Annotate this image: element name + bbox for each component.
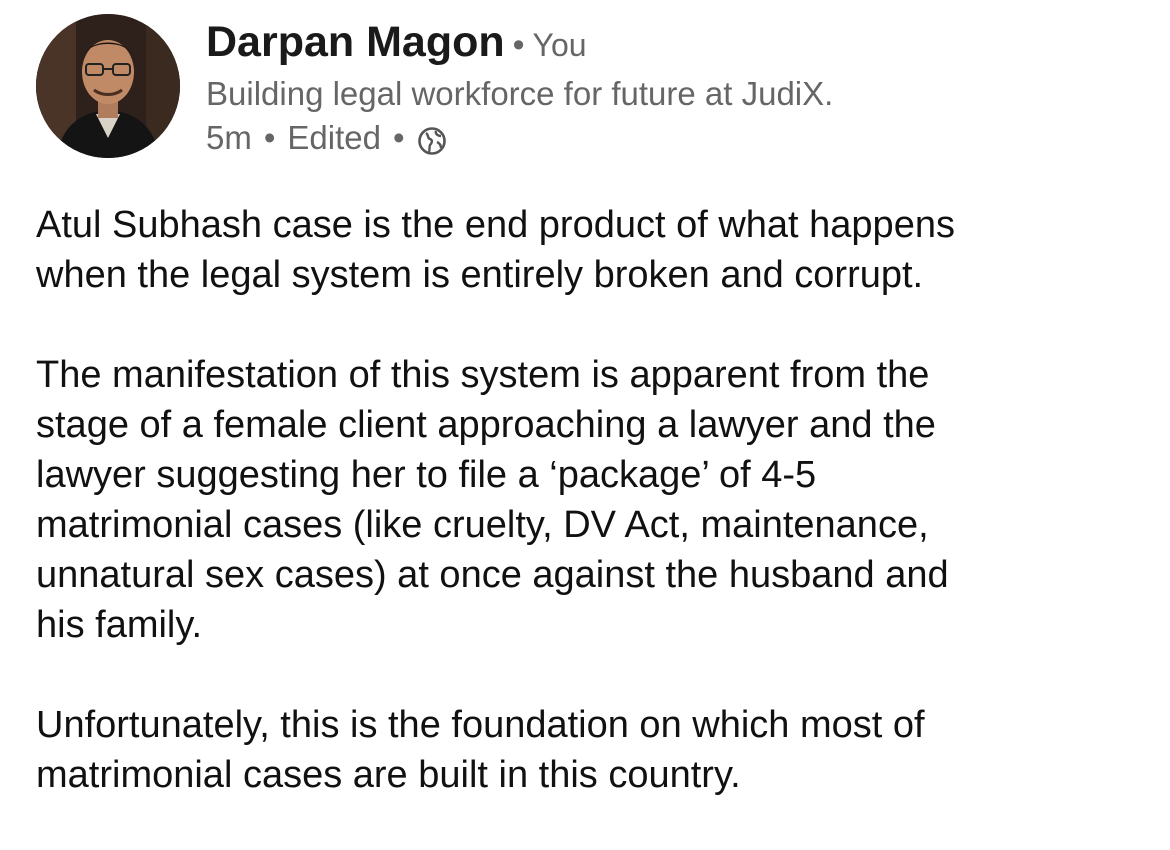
post-time: 5m <box>206 119 252 156</box>
post-line: lawyer suggesting her to file a ‘package… <box>36 454 817 496</box>
post-line: matrimonial cases are built in this coun… <box>36 754 741 796</box>
post-paragraph: Atul Subhash case is the end product of … <box>36 200 1136 300</box>
separator-dot: • <box>263 119 276 156</box>
relation-label: You <box>532 27 587 63</box>
author-headline: Building legal workforce for future at J… <box>206 75 834 112</box>
post-paragraph: Unfortunately, this is the foundation on… <box>36 700 1136 800</box>
post-line: his family. <box>36 604 203 646</box>
edited-label: Edited <box>287 119 381 156</box>
separator-dot: • <box>512 26 525 64</box>
separator-dot: • <box>392 119 405 156</box>
post-line: matrimonial cases (like cruelty, DV Act,… <box>36 504 929 546</box>
post-timestamp-row: 5m • Edited • <box>206 116 1106 160</box>
post-line: unnatural sex cases) at once against the… <box>36 554 949 596</box>
post-line: Unfortunately, this is the foundation on… <box>36 704 925 746</box>
linkedin-post: Darpan Magon • You Building legal workforc… <box>0 0 1170 828</box>
avatar-photo <box>36 14 180 158</box>
name-row: Darpan Magon • You <box>206 12 1106 72</box>
author-meta: Darpan Magon • You Building legal workforc… <box>206 12 1106 160</box>
author-name[interactable]: Darpan Magon <box>206 18 505 66</box>
post-header: Darpan Magon • You Building legal workforc… <box>36 12 1136 162</box>
post-line: The manifestation of this system is appa… <box>36 354 930 396</box>
post-body: Atul Subhash case is the end product of … <box>36 200 1136 850</box>
post-line: Atul Subhash case is the end product of … <box>36 204 955 246</box>
post-paragraph: The manifestation of this system is appa… <box>36 350 1136 650</box>
globe-icon[interactable] <box>417 123 447 155</box>
avatar[interactable] <box>36 14 180 158</box>
post-line: when the legal system is entirely broken… <box>36 254 924 296</box>
post-line: stage of a female client approaching a l… <box>36 404 936 446</box>
